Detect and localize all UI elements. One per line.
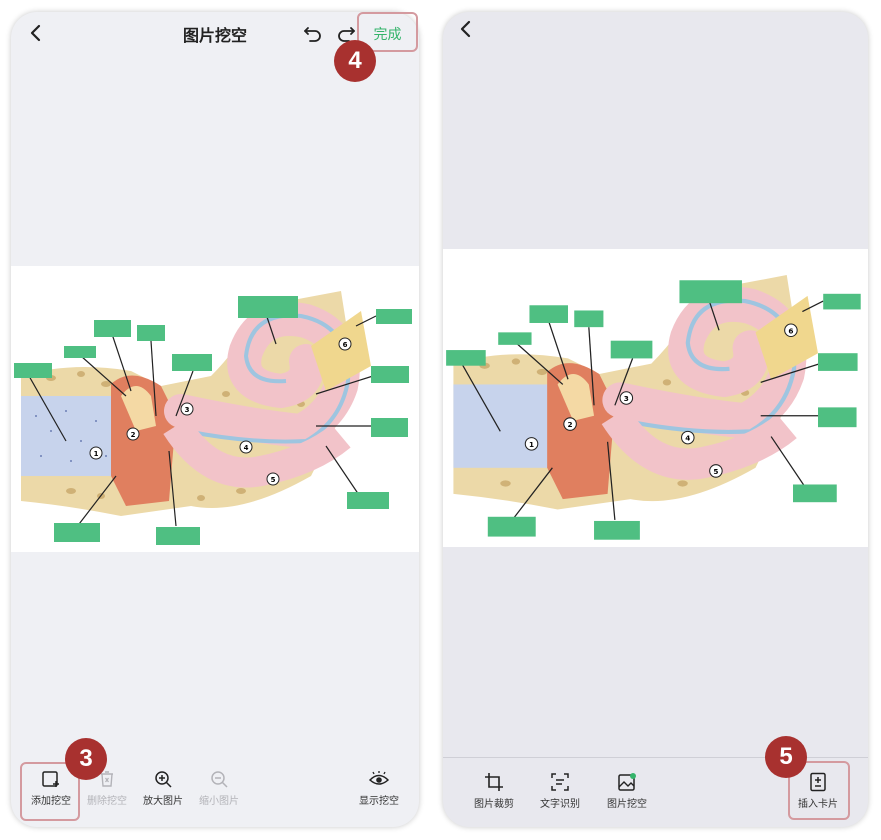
text-recognition-icon: [551, 773, 569, 791]
eye-icon: [369, 771, 389, 785]
back-arrow-icon[interactable]: [455, 18, 477, 40]
zoom-in-icon: [155, 771, 172, 788]
mask-block: [376, 309, 412, 324]
mask-block: [487, 516, 536, 537]
mask-block: [371, 418, 408, 437]
crop-image-label: 图片裁剪: [474, 799, 514, 810]
mask-block: [371, 366, 409, 383]
figure-number-1: 1: [94, 450, 99, 458]
mask-block: [14, 363, 52, 378]
text-recognition-label: 文字识别: [540, 799, 580, 810]
figure-number-3: 3: [185, 406, 190, 414]
mask-block: [594, 520, 640, 540]
figure-number-2: 2: [568, 420, 573, 429]
zoom-in-button[interactable]: 放大图片: [133, 769, 193, 807]
crop-icon: [485, 773, 503, 791]
figure-number-1: 1: [529, 440, 534, 449]
mask-block: [679, 280, 742, 304]
mask-block: [94, 320, 131, 337]
figure-number-4: 4: [244, 444, 249, 452]
figure-number-2: 2: [131, 431, 136, 439]
mask-block: [818, 353, 858, 371]
show-mask-button[interactable]: 显示挖空: [349, 769, 409, 807]
ear-diagram: 1 2 3 4 5 6: [446, 275, 861, 540]
zoom-out-icon: [211, 771, 228, 788]
delete-mask-label: 删除挖空: [87, 796, 127, 807]
text-recognition-button[interactable]: 文字识别: [530, 772, 590, 810]
mask-block: [446, 350, 486, 366]
mask-block: [823, 293, 861, 310]
figure-number-6: 6: [788, 326, 793, 335]
mask-block: [498, 332, 532, 345]
crop-image-button[interactable]: 图片裁剪: [464, 772, 524, 810]
image-mask-button[interactable]: 图片挖空: [597, 772, 657, 810]
undo-icon[interactable]: [301, 22, 325, 46]
ear-anatomy-image: 1 2 3 4 5 6: [11, 266, 419, 552]
header-bar: [443, 12, 868, 56]
card-edit-screen: 1 2 3 4 5 6 图片裁剪 文字识别 图片挖空 插入卡片: [443, 12, 868, 827]
mask-block: [818, 407, 857, 428]
done-button[interactable]: 完成: [359, 24, 416, 44]
mask-block: [54, 523, 100, 542]
mask-block: [172, 354, 212, 371]
masked-image-preview: 1 2 3 4 5 6: [443, 249, 868, 547]
mask-block: [610, 340, 653, 359]
mask-block: [529, 305, 568, 323]
figure-number-5: 5: [713, 467, 718, 476]
zoom-out-label: 缩小图片: [199, 796, 239, 807]
mask-block: [137, 325, 165, 341]
zoom-out-button[interactable]: 缩小图片: [189, 769, 249, 807]
mask-block: [347, 492, 389, 509]
step-badge-3: 3: [65, 738, 107, 780]
zoom-in-label: 放大图片: [143, 796, 183, 807]
figure-number-4: 4: [685, 434, 690, 443]
mask-block: [64, 346, 96, 358]
show-mask-label: 显示挖空: [359, 796, 399, 807]
image-mask-icon: [618, 773, 636, 791]
mask-block: [238, 296, 298, 318]
image-mask-label: 图片挖空: [607, 799, 647, 810]
step-badge-4: 4: [334, 40, 376, 82]
ear-diagram: 1 2 3 4 5 6: [14, 291, 412, 545]
mask-block: [156, 527, 200, 545]
figure-number-6: 6: [343, 341, 348, 349]
mask-block: [793, 484, 837, 503]
mask-block: [574, 310, 604, 328]
step-badge-5: 5: [765, 736, 807, 778]
figure-number-5: 5: [271, 476, 276, 484]
figure-number-3: 3: [624, 394, 629, 403]
image-mask-editor-screen: 图片挖空 1 2 3 4 5 6 添加挖空 删除挖空 放大图片 缩小图片 显示挖…: [11, 12, 419, 827]
